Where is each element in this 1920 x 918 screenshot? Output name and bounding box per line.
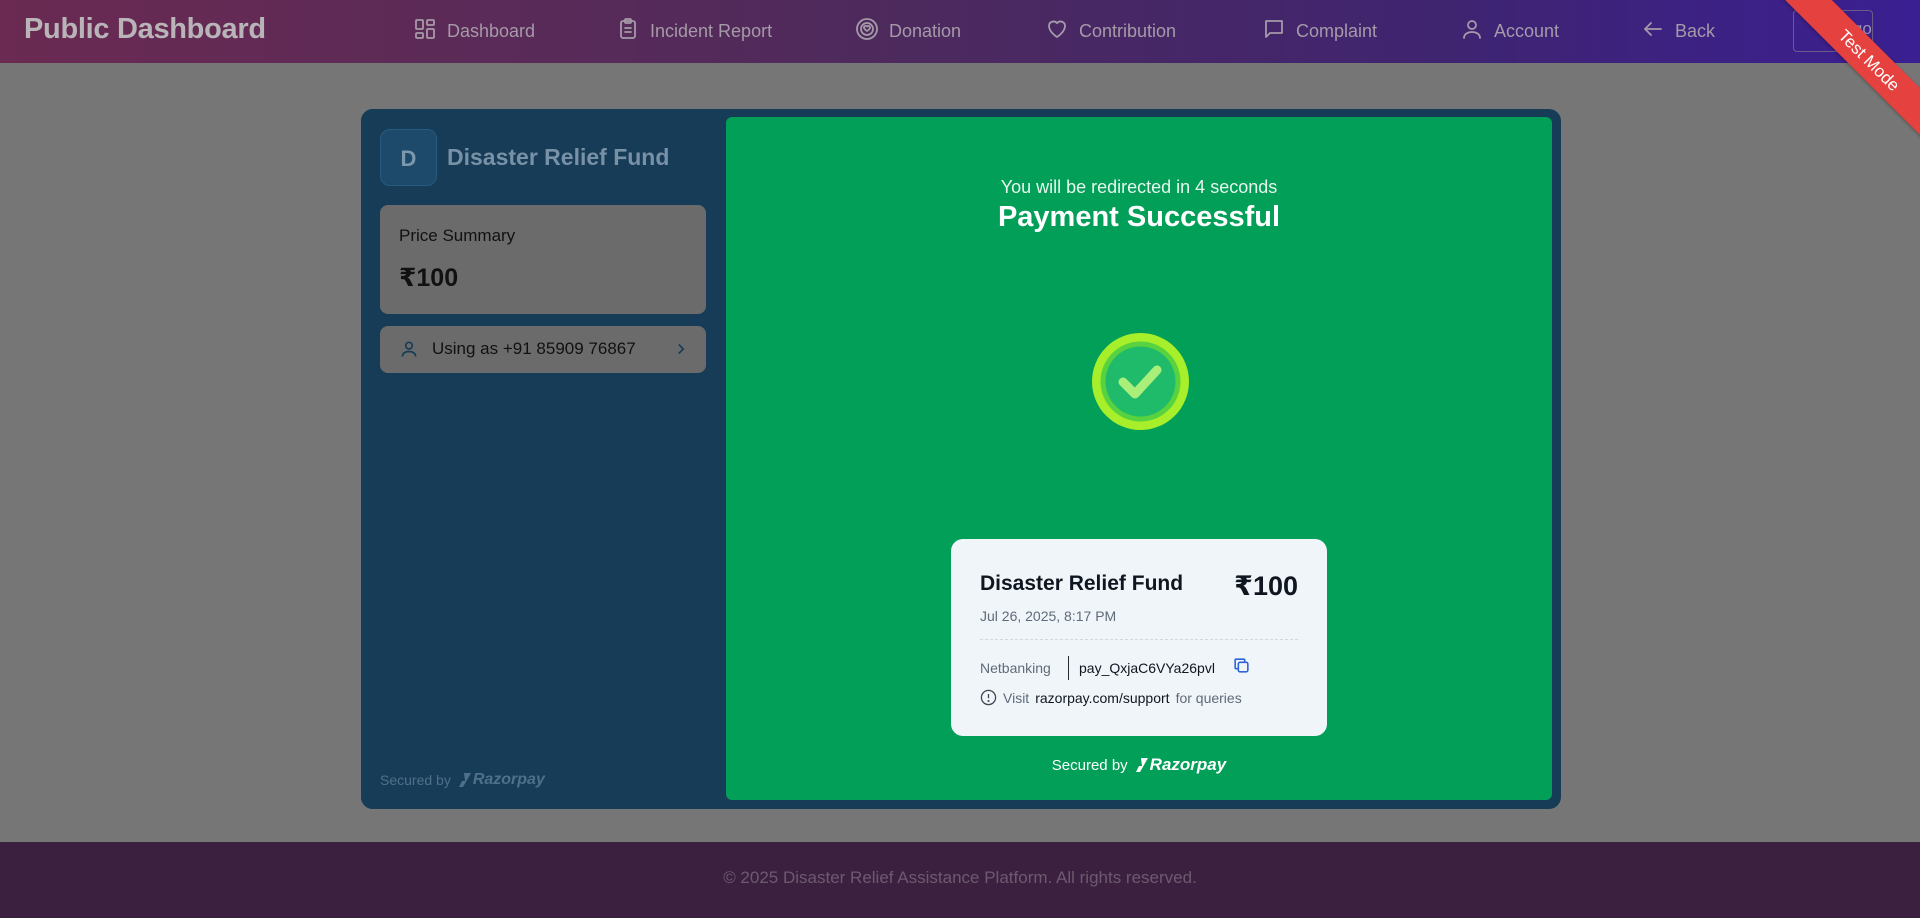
redirect-countdown: You will be redirected in 4 seconds (1000, 177, 1278, 197)
nav-label: Donation (889, 21, 962, 41)
razorpay-brand: Razorpay (1149, 755, 1227, 774)
test-mode-ribbon: Test Mode (1720, 0, 1920, 160)
top-navbar: Public Dashboard Dashboard Incident Repo… (0, 0, 1920, 63)
razorpay-mark-icon (458, 773, 471, 787)
payment-method: Netbanking (980, 660, 1051, 676)
razorpay-logo: Razorpay (458, 771, 545, 789)
nav-label: Complaint (1296, 21, 1378, 41)
merchant-name: Disaster Relief Fund (447, 144, 670, 170)
nav-label: Back (1675, 21, 1716, 41)
receipt-divider (980, 639, 1298, 640)
nav-item-contribution[interactable]: Contribution (1045, 17, 1176, 46)
razorpay-mark-icon (1135, 758, 1148, 772)
checkout-sidebar: D Disaster Relief Fund Price Summary ₹10… (361, 109, 726, 809)
contact-selector[interactable]: Using as +91 85909 76867 (380, 326, 706, 373)
receipt-date: Jul 26, 2025, 8:17 PM (980, 608, 1117, 624)
razorpay-brand: Razorpay (472, 771, 545, 788)
nav-label: Contribution (1079, 21, 1177, 41)
method-separator (1068, 656, 1069, 680)
support-suffix: for queries (1175, 689, 1242, 706)
nav-label: Account (1494, 21, 1560, 41)
checkout-modal: D Disaster Relief Fund Price Summary ₹10… (361, 109, 1561, 809)
payment-receipt-card: Disaster Relief Fund ₹100 Jul 26, 2025, … (951, 539, 1327, 736)
clipboard-icon (616, 17, 640, 46)
nav-item-dashboard[interactable]: Dashboard (413, 17, 535, 46)
grid-icon (413, 17, 437, 46)
support-link[interactable]: razorpay.com/support (1035, 690, 1169, 706)
razorpay-logo: Razorpay (1135, 755, 1227, 775)
nav-item-complaint[interactable]: Complaint (1262, 17, 1377, 46)
payment-id: pay_QxjaC6VYa26pvl (1079, 660, 1215, 676)
test-mode-label: Test Mode (1776, 0, 1920, 154)
info-icon (980, 689, 997, 706)
heart-icon (1045, 17, 1069, 46)
secured-by-label: Secured by (1051, 756, 1128, 774)
support-prefix: Visit (1003, 689, 1030, 706)
payment-success-pane: You will be redirected in 4 seconds Paym… (726, 117, 1552, 800)
brand-title[interactable]: Public Dashboard (24, 13, 266, 46)
secured-by-footer-success: Secured by Razorpay (726, 755, 1552, 775)
price-value: ₹100 (399, 264, 459, 292)
price-summary-label: Price Summary (399, 226, 516, 245)
copy-icon[interactable] (1232, 656, 1251, 675)
nav-item-incident-report[interactable]: Incident Report (616, 17, 772, 46)
nav-item-back[interactable]: Back (1641, 17, 1715, 46)
support-info: Visit razorpay.com/support for queries (980, 689, 1242, 706)
footer-copyright: © 2025 Disaster Relief Assistance Platfo… (723, 868, 1197, 887)
message-icon (1262, 17, 1286, 46)
user-icon (1460, 17, 1484, 46)
nav-item-account[interactable]: Account (1460, 17, 1559, 46)
secured-by-label: Secured by (380, 772, 451, 788)
contact-label: Using as +91 85909 76867 (432, 339, 636, 358)
nav-label: Incident Report (650, 21, 773, 41)
receipt-amount: ₹100 (1234, 571, 1298, 601)
donation-icon (855, 17, 879, 46)
user-icon (399, 339, 419, 359)
merchant-logo: D (380, 129, 437, 186)
price-summary-card: Price Summary ₹100 (380, 205, 706, 314)
success-check-icon (1092, 333, 1189, 430)
footer: © 2025 Disaster Relief Assistance Platfo… (0, 842, 1920, 918)
receipt-merchant: Disaster Relief Fund (980, 572, 1184, 595)
secured-by-footer: Secured by Razorpay (380, 771, 545, 789)
success-title: Payment Successful (997, 201, 1281, 233)
nav-label: Dashboard (447, 21, 536, 41)
chevron-right-icon (672, 340, 690, 358)
nav-item-donation[interactable]: Donation (855, 17, 961, 46)
arrow-left-icon (1641, 17, 1665, 46)
